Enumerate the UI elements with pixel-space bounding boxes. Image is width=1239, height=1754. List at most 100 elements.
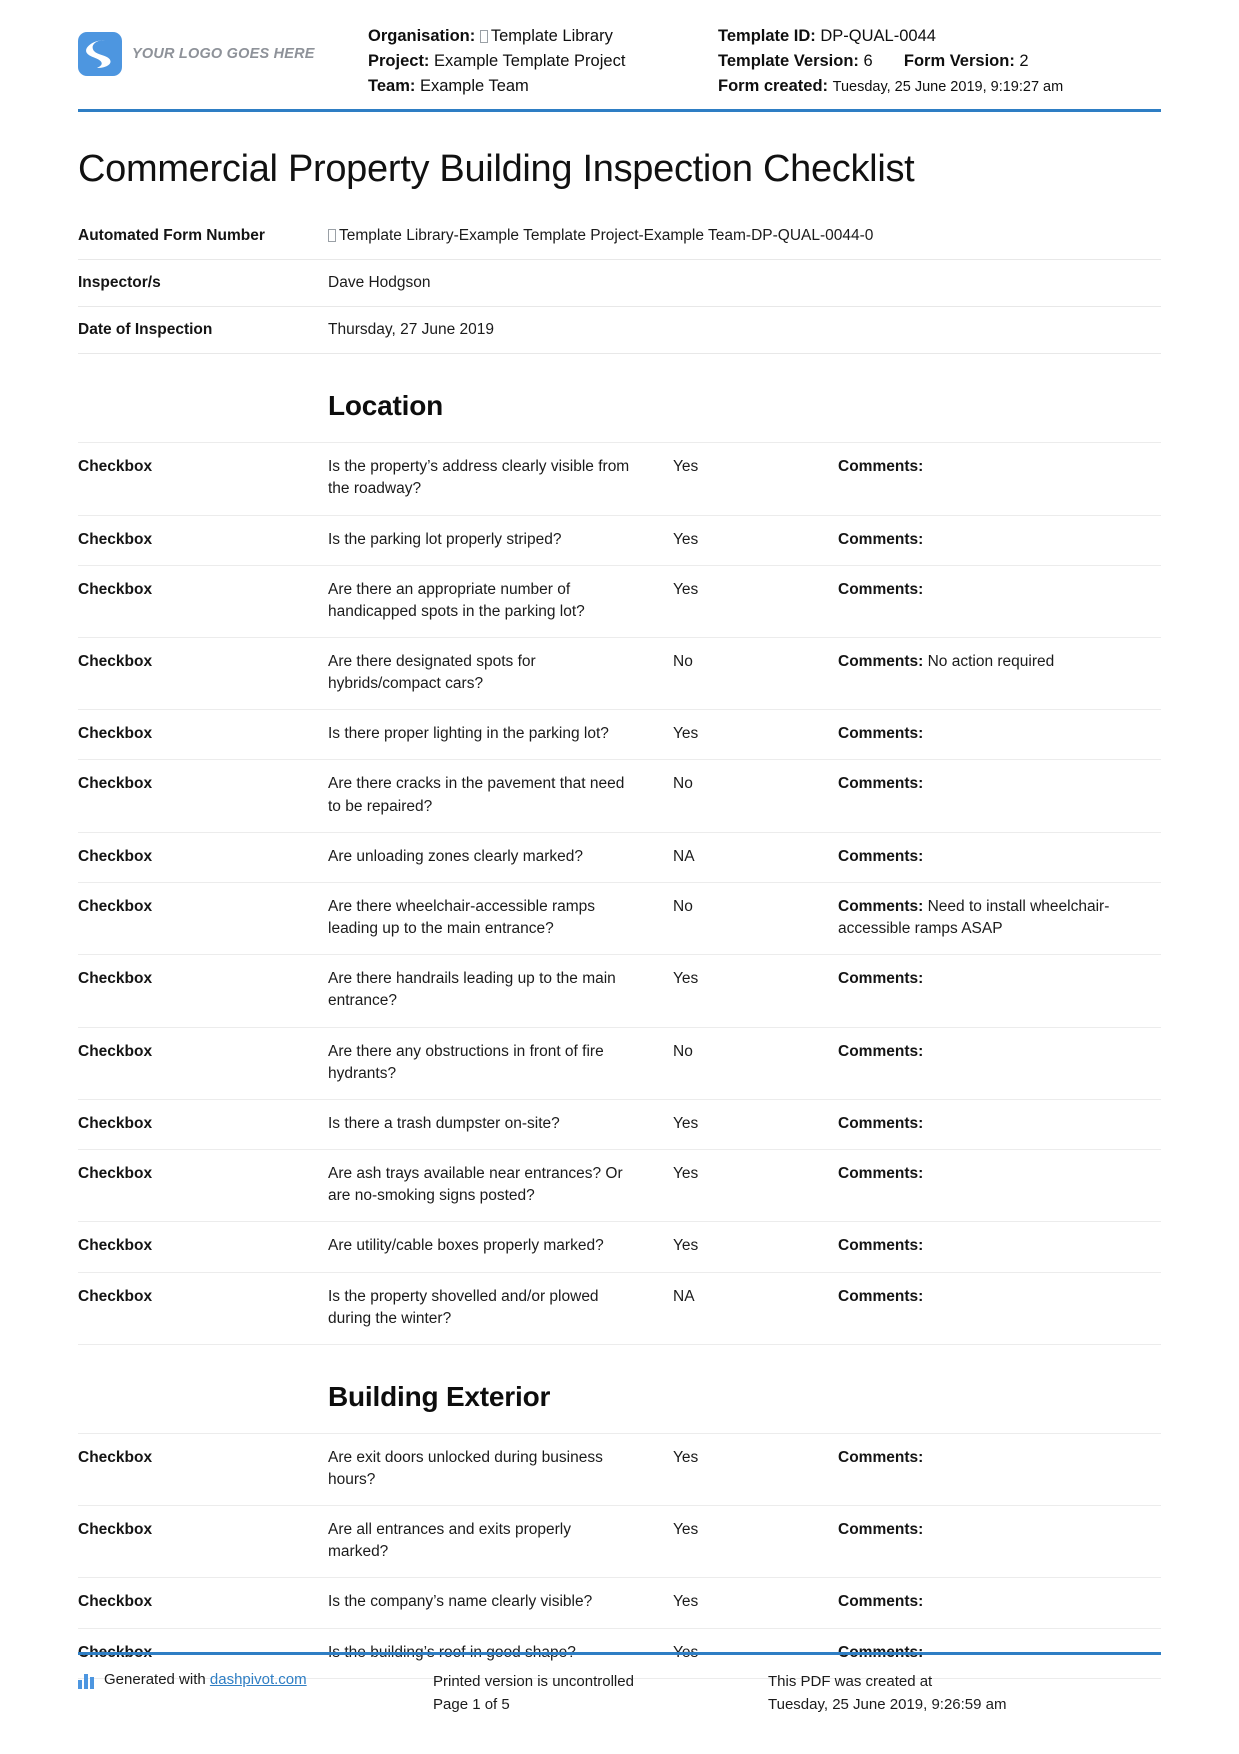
comments-label: Comments:	[838, 580, 924, 598]
project-value: Example Template Project	[434, 52, 626, 71]
checkbox-field-label: Checkbox	[78, 847, 153, 865]
comments-label: Comments:	[838, 725, 924, 743]
checkbox-field-label: Checkbox	[78, 1287, 153, 1305]
header-meta-right: Template ID: DP-QUAL-0044 Template Versi…	[718, 24, 1161, 99]
checkbox-field-label: Checkbox	[78, 1237, 153, 1255]
table-row: Checkbox Are there handrails leading up t…	[78, 954, 1161, 1027]
comments-label: Comments:	[838, 1593, 924, 1611]
form-version-value: 2	[1019, 52, 1029, 71]
dashpivot-link[interactable]: dashpivot.com	[210, 1671, 307, 1688]
template-version-label: Template Version:	[718, 52, 859, 71]
comments-label: Comments:	[838, 897, 924, 915]
chart-bars-icon	[78, 1673, 96, 1689]
checklist-comment-cell: Comments:	[838, 1222, 1161, 1272]
checklist-comment-cell: Comments:	[838, 1272, 1161, 1344]
checklist-comment-cell: Comments:	[838, 1578, 1161, 1628]
document-header: YOUR LOGO GOES HERE Organisation: Templa…	[78, 0, 1161, 113]
checklist-question: Are there cracks in the pavement that ne…	[328, 775, 625, 815]
organisation-value: Template Library	[490, 27, 613, 45]
template-id-value: DP-QUAL-0044	[820, 27, 936, 45]
checklist-question: Are there designated spots for hybrids/c…	[328, 653, 536, 693]
checklist-answer: Yes	[673, 580, 699, 598]
table-row: Checkbox Are there cracks in the pavement…	[78, 759, 1161, 832]
checkbox-field-label: Checkbox	[78, 897, 153, 915]
footer-generated: Generated with dashpivot.com	[78, 1671, 433, 1689]
table-row: Checkbox Are exit doors unlocked during b…	[78, 1433, 1161, 1505]
checklist-question: Is there proper lighting in the parking …	[328, 725, 609, 743]
checklist-question: Are utility/cable boxes properly marked?	[328, 1237, 604, 1255]
form-created-row: Form created: Tuesday, 25 June 2019, 9:1…	[718, 74, 1161, 99]
checklist-answer: NA	[673, 1287, 695, 1305]
form-info-value-text: Template Library-Example Template Projec…	[339, 227, 874, 245]
checklist-comment-cell: Comments:	[838, 443, 1161, 515]
checklist-question: Are unloading zones clearly marked?	[328, 847, 584, 865]
table-row: Checkbox Are utility/cable boxes properly…	[78, 1221, 1161, 1272]
table-row: Checkbox Is the property shovelled and/or…	[78, 1272, 1161, 1345]
comments-label: Comments:	[838, 1114, 924, 1132]
project-label: Project:	[368, 52, 430, 71]
checklist-question: Are there handrails leading up to the ma…	[328, 970, 616, 1010]
checklist-comment-cell: Comments:	[838, 1099, 1161, 1149]
table-row: Checkbox Are there any obstructions in fr…	[78, 1027, 1161, 1099]
checklist-answer: Yes	[673, 458, 699, 476]
section-heading-block: Location	[78, 354, 1161, 442]
comments-value: No action required	[927, 653, 1055, 671]
form-info-label: Date of Inspection	[78, 321, 213, 339]
checkbox-field-label: Checkbox	[78, 1114, 153, 1132]
comments-label: Comments:	[838, 1448, 924, 1466]
checkbox-field-label: Checkbox	[78, 1165, 153, 1183]
table-row: Checkbox Is there a trash dumpster on-sit…	[78, 1099, 1161, 1149]
checklist-question: Are ash trays available near entrances? …	[328, 1165, 623, 1205]
checklist-table: Checkbox Are exit doors unlocked during b…	[78, 1433, 1161, 1679]
pdf-created-value: Tuesday, 25 June 2019, 9:26:59 am	[768, 1695, 1007, 1713]
comments-label: Comments:	[838, 970, 924, 988]
checkbox-field-label: Checkbox	[78, 970, 153, 988]
checklist-comment-cell: Comments:	[838, 1433, 1161, 1505]
form-created-value: Tuesday, 25 June 2019, 9:19:27 am	[832, 79, 1064, 96]
comments-label: Comments:	[838, 530, 924, 548]
checklist-answer: Yes	[673, 970, 699, 988]
comments-label: Comments:	[838, 1165, 924, 1183]
printed-uncontrolled-text: Printed version is uncontrolled	[433, 1673, 634, 1690]
checklist-question: Are exit doors unlocked during business …	[328, 1448, 603, 1488]
footer-created: This PDF was created at Tuesday, 25 June…	[768, 1671, 1161, 1716]
form-info-row: Inspector/s Dave Hodgson	[78, 260, 1161, 307]
project-row: Project: Example Template Project	[368, 49, 718, 74]
table-row: Checkbox Is the company’s name clearly vi…	[78, 1577, 1161, 1628]
checklist-answer: Yes	[673, 530, 699, 548]
checklist-answer: Yes	[673, 1448, 699, 1466]
logo-block: YOUR LOGO GOES HERE	[78, 24, 368, 76]
comments-label: Comments:	[838, 847, 924, 865]
footer-print-status: Printed version is uncontrolled Page 1 o…	[433, 1671, 768, 1716]
checklist-answer: Yes	[673, 1237, 699, 1255]
team-value: Example Team	[419, 77, 529, 96]
logo-text: YOUR LOGO GOES HERE	[132, 46, 315, 62]
template-id-row: Template ID: DP-QUAL-0044	[718, 24, 1161, 49]
checkbox-field-label: Checkbox	[78, 580, 153, 598]
section-heading: Location	[328, 390, 444, 422]
checklist-answer: No	[673, 897, 693, 915]
checklist-question: Is the property shovelled and/or plowed …	[328, 1287, 599, 1327]
comments-label: Comments:	[838, 1521, 924, 1539]
checklist-comment-cell: Comments:	[838, 1506, 1161, 1578]
pdf-created-label: This PDF was created at	[768, 1673, 933, 1690]
checklist-comment-cell: Comments:	[838, 565, 1161, 637]
comments-label: Comments:	[838, 775, 924, 793]
form-created-label: Form created:	[718, 77, 829, 96]
checklist-comment-cell: Comments: Need to install wheelchair-acc…	[838, 882, 1161, 954]
checkbox-field-label: Checkbox	[78, 775, 153, 793]
template-version-value: 6	[863, 52, 873, 71]
checklist-question: Is the company’s name clearly visible?	[328, 1593, 593, 1611]
form-info-label: Automated Form Number	[78, 227, 265, 245]
checkbox-field-label: Checkbox	[78, 1042, 153, 1060]
header-meta-left: Organisation: Template Library Project: …	[368, 24, 718, 99]
checklist-comment-cell: Comments: No action required	[838, 638, 1161, 710]
checklist-comment-cell: Comments:	[838, 515, 1161, 565]
table-row: Checkbox Are there an appropriate number …	[78, 565, 1161, 637]
checklist-question: Is the parking lot properly striped?	[328, 530, 562, 548]
checklist-comment-cell: Comments:	[838, 710, 1161, 760]
table-row: Checkbox Is there proper lighting in the …	[78, 709, 1161, 760]
table-row: Checkbox Are there wheelchair-accessible …	[78, 882, 1161, 954]
comments-label: Comments:	[838, 458, 924, 476]
checklist-comment-cell: Comments:	[838, 1027, 1161, 1099]
